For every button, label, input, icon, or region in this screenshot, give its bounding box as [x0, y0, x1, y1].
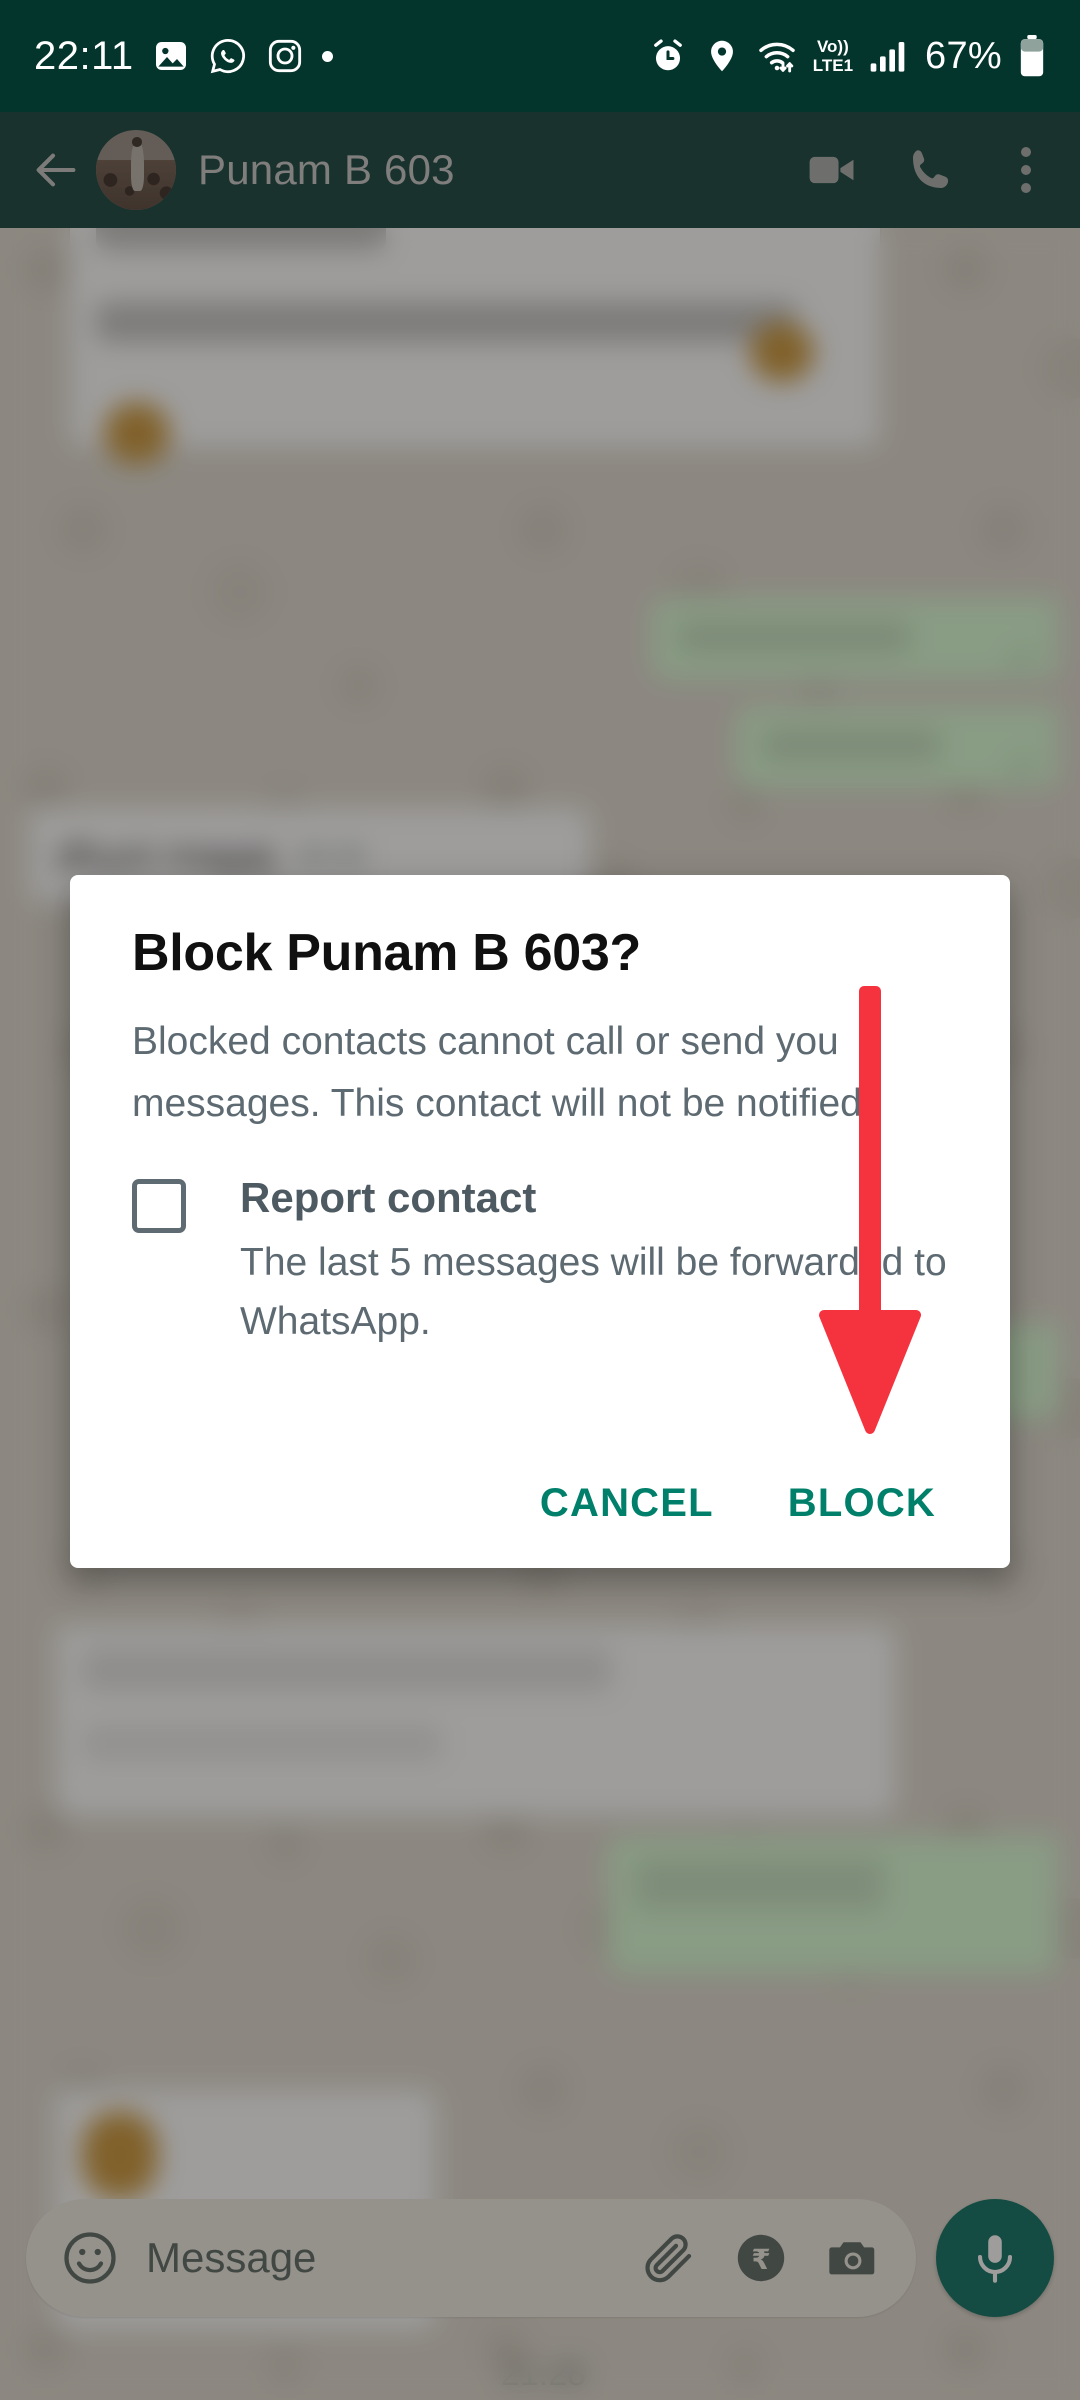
report-contact-row[interactable]: Report contact The last 5 messages will … — [70, 1135, 1010, 1351]
block-button[interactable]: BLOCK — [760, 1459, 964, 1548]
block-contact-dialog: Block Punam B 603? Blocked contacts cann… — [70, 875, 1010, 1568]
back-icon[interactable] — [30, 144, 82, 196]
location-icon — [710, 40, 733, 72]
voice-call-icon[interactable] — [904, 143, 958, 197]
whatsapp-icon — [210, 38, 245, 74]
contact-name-title[interactable]: Punam B 603 — [198, 146, 455, 194]
volte-icon: Vo)) LTE1 — [812, 37, 854, 75]
report-contact-description: The last 5 messages will be forwarded to… — [240, 1241, 947, 1343]
alarm-icon — [653, 39, 682, 71]
battery-icon — [1020, 35, 1044, 77]
avatar-photo-subject-head — [132, 137, 142, 147]
avatar-photo-subject — [131, 141, 144, 191]
instagram-icon — [268, 39, 301, 73]
dialog-action-row: CANCEL BLOCK — [512, 1459, 964, 1548]
contact-avatar[interactable] — [96, 130, 176, 210]
report-contact-checkbox[interactable] — [132, 1179, 186, 1233]
notification-dot-icon — [321, 50, 333, 62]
wifi-icon — [758, 42, 795, 73]
dialog-body-text: Blocked contacts cannot call or send you… — [132, 1020, 873, 1125]
report-contact-label: Report contact — [240, 1174, 537, 1221]
photo-icon — [155, 42, 186, 70]
battery-percent-label: 67% — [925, 34, 1002, 77]
video-call-icon[interactable] — [804, 142, 860, 198]
status-bar: 22:11 Vo)) LTE1 67% — [0, 0, 1080, 112]
chat-app-bar: Punam B 603 — [0, 112, 1080, 228]
more-options-icon[interactable] — [1002, 142, 1050, 198]
dialog-title: Block Punam B 603? — [132, 924, 641, 982]
signal-icon — [870, 42, 905, 72]
report-contact-texts: Report contact The last 5 messages will … — [240, 1173, 948, 1351]
cancel-button[interactable]: CANCEL — [512, 1459, 742, 1548]
status-bar-clock: 22:11 — [34, 33, 134, 78]
